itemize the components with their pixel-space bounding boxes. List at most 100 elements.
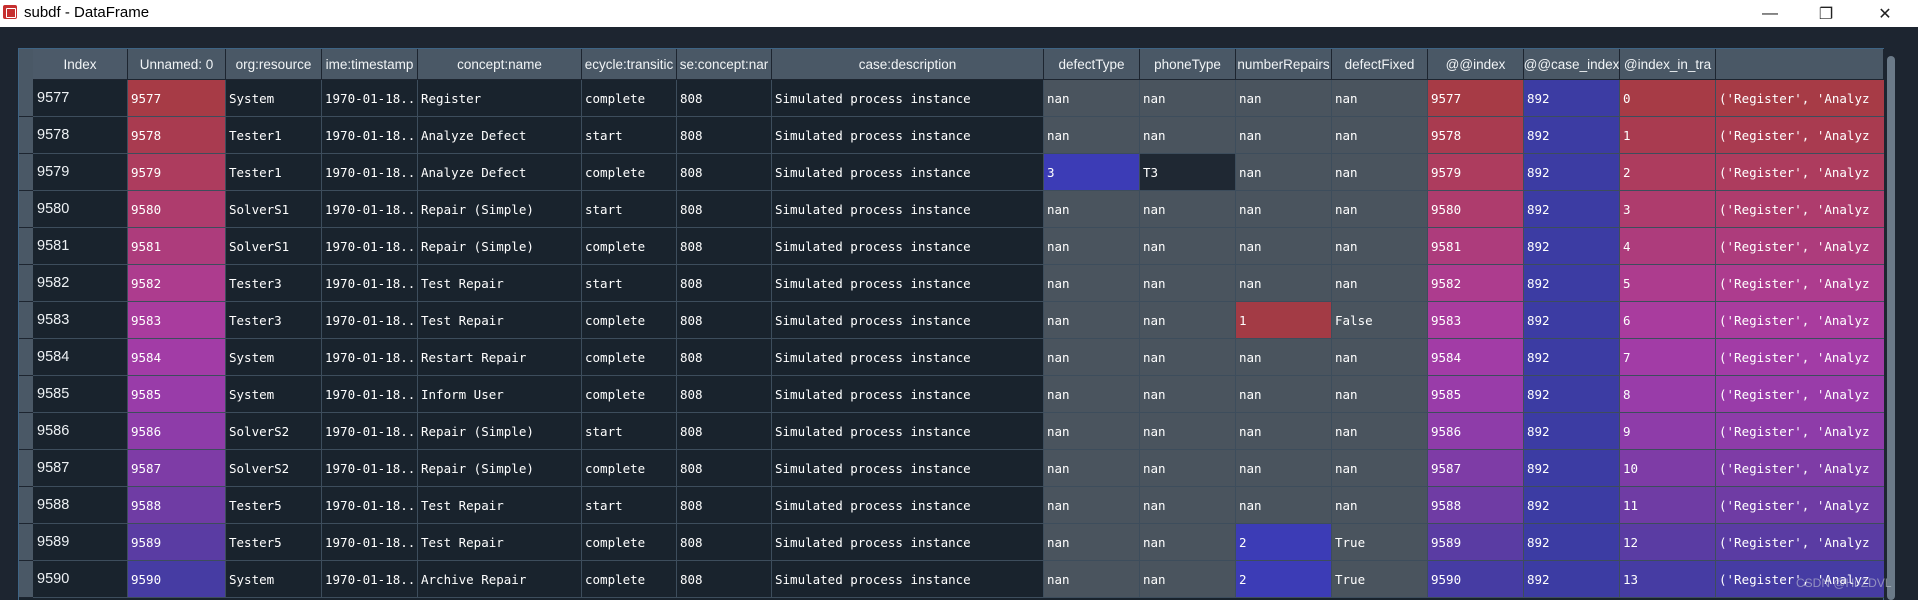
cell-unnamed-0[interactable]: 9578 <box>128 117 226 154</box>
cell-defect-fixed[interactable]: nan <box>1332 487 1428 524</box>
cell-phone-type[interactable]: nan <box>1140 561 1236 598</box>
cell-index-in-trace[interactable]: 1 <box>1620 117 1716 154</box>
cell-number-repairs[interactable]: nan <box>1236 154 1332 191</box>
cell-case-index[interactable]: 892 <box>1524 117 1620 154</box>
cell-org-resource[interactable]: SolverS2 <box>226 413 322 450</box>
cell-case-index[interactable]: 892 <box>1524 376 1620 413</box>
cell-phone-type[interactable]: nan <box>1140 191 1236 228</box>
cell-index-in-trace[interactable]: 6 <box>1620 302 1716 339</box>
cell-trace-column[interactable]: ('Register', 'Analyz <box>1716 339 1884 376</box>
cell-number-repairs[interactable]: nan <box>1236 265 1332 302</box>
cell-time-timestamp[interactable]: 1970-01-18... <box>322 265 418 302</box>
cell-case-description[interactable]: Simulated process instance <box>772 524 1044 561</box>
cell-phone-type[interactable]: nan <box>1140 524 1236 561</box>
cell-at-index[interactable]: 9590 <box>1428 561 1524 598</box>
cell-case-index[interactable]: 892 <box>1524 228 1620 265</box>
cell-time-timestamp[interactable]: 1970-01-18... <box>322 228 418 265</box>
row-handle[interactable] <box>19 302 33 339</box>
cell-lifecycle-transition[interactable]: start <box>582 487 677 524</box>
cell-case-description[interactable]: Simulated process instance <box>772 302 1044 339</box>
cell-concept-name[interactable]: Inform User <box>418 376 582 413</box>
cell-index-in-trace[interactable]: 9 <box>1620 413 1716 450</box>
close-button[interactable]: ✕ <box>1862 0 1908 27</box>
cell-at-index[interactable]: 9587 <box>1428 450 1524 487</box>
cell-number-repairs[interactable]: nan <box>1236 228 1332 265</box>
column-header-time-timestamp[interactable]: ime:timestamp <box>322 49 418 80</box>
cell-unnamed-0[interactable]: 9583 <box>128 302 226 339</box>
cell-defect-fixed[interactable]: nan <box>1332 265 1428 302</box>
row-index[interactable]: 9588 <box>33 487 128 524</box>
cell-defect-type[interactable]: nan <box>1044 413 1140 450</box>
cell-unnamed-0[interactable]: 9587 <box>128 450 226 487</box>
cell-trace-column[interactable]: ('Register', 'Analyz <box>1716 191 1884 228</box>
cell-case-description[interactable]: Simulated process instance <box>772 191 1044 228</box>
cell-phone-type[interactable]: nan <box>1140 265 1236 302</box>
cell-trace-column[interactable]: ('Register', 'Analyz <box>1716 450 1884 487</box>
cell-trace-column[interactable]: ('Register', 'Analyz <box>1716 154 1884 191</box>
cell-concept-name[interactable]: Repair (Simple) <box>418 228 582 265</box>
cell-phone-type[interactable]: nan <box>1140 376 1236 413</box>
cell-defect-fixed[interactable]: nan <box>1332 117 1428 154</box>
row-index[interactable]: 9587 <box>33 450 128 487</box>
cell-at-index[interactable]: 9582 <box>1428 265 1524 302</box>
cell-concept-name[interactable]: Archive Repair <box>418 561 582 598</box>
row-index[interactable]: 9577 <box>33 80 128 117</box>
cell-case-description[interactable]: Simulated process instance <box>772 487 1044 524</box>
cell-org-resource[interactable]: SolverS2 <box>226 450 322 487</box>
cell-unnamed-0[interactable]: 9585 <box>128 376 226 413</box>
cell-case-concept-name[interactable]: 808 <box>677 339 772 376</box>
cell-trace-column[interactable]: ('Register', 'Analyz <box>1716 117 1884 154</box>
cell-time-timestamp[interactable]: 1970-01-18... <box>322 191 418 228</box>
row-index[interactable]: 9582 <box>33 265 128 302</box>
cell-index-in-trace[interactable]: 0 <box>1620 80 1716 117</box>
cell-lifecycle-transition[interactable]: complete <box>582 450 677 487</box>
cell-case-index[interactable]: 892 <box>1524 413 1620 450</box>
cell-case-description[interactable]: Simulated process instance <box>772 154 1044 191</box>
cell-time-timestamp[interactable]: 1970-01-18... <box>322 339 418 376</box>
cell-lifecycle-transition[interactable]: complete <box>582 376 677 413</box>
column-header-lifecycle-transition[interactable]: ecycle:transitic <box>582 49 677 80</box>
cell-at-index[interactable]: 9586 <box>1428 413 1524 450</box>
cell-case-index[interactable]: 892 <box>1524 302 1620 339</box>
cell-case-concept-name[interactable]: 808 <box>677 117 772 154</box>
cell-at-index[interactable]: 9579 <box>1428 154 1524 191</box>
cell-defect-type[interactable]: nan <box>1044 450 1140 487</box>
cell-case-concept-name[interactable]: 808 <box>677 228 772 265</box>
cell-phone-type[interactable]: T3 <box>1140 154 1236 191</box>
cell-concept-name[interactable]: Test Repair <box>418 265 582 302</box>
cell-time-timestamp[interactable]: 1970-01-18... <box>322 487 418 524</box>
cell-concept-name[interactable]: Repair (Simple) <box>418 191 582 228</box>
cell-defect-fixed[interactable]: nan <box>1332 450 1428 487</box>
cell-defect-fixed[interactable]: nan <box>1332 80 1428 117</box>
cell-index-in-trace[interactable]: 11 <box>1620 487 1716 524</box>
cell-defect-fixed[interactable]: False <box>1332 302 1428 339</box>
row-handle[interactable] <box>19 376 33 413</box>
cell-case-description[interactable]: Simulated process instance <box>772 339 1044 376</box>
row-index[interactable]: 9590 <box>33 561 128 598</box>
cell-unnamed-0[interactable]: 9579 <box>128 154 226 191</box>
row-handle[interactable] <box>19 487 33 524</box>
column-header-number-repairs[interactable]: numberRepairs <box>1236 49 1332 80</box>
cell-org-resource[interactable]: Tester5 <box>226 524 322 561</box>
cell-defect-type[interactable]: nan <box>1044 302 1140 339</box>
cell-time-timestamp[interactable]: 1970-01-18... <box>322 302 418 339</box>
cell-case-description[interactable]: Simulated process instance <box>772 450 1044 487</box>
cell-at-index[interactable]: 9578 <box>1428 117 1524 154</box>
cell-concept-name[interactable]: Register <box>418 80 582 117</box>
cell-phone-type[interactable]: nan <box>1140 487 1236 524</box>
cell-lifecycle-transition[interactable]: complete <box>582 80 677 117</box>
cell-concept-name[interactable]: Repair (Simple) <box>418 450 582 487</box>
row-handle[interactable] <box>19 154 33 191</box>
cell-number-repairs[interactable]: 1 <box>1236 302 1332 339</box>
cell-at-index[interactable]: 9580 <box>1428 191 1524 228</box>
cell-number-repairs[interactable]: nan <box>1236 450 1332 487</box>
cell-case-concept-name[interactable]: 808 <box>677 376 772 413</box>
row-index[interactable]: 9583 <box>33 302 128 339</box>
cell-defect-fixed[interactable]: nan <box>1332 376 1428 413</box>
cell-case-concept-name[interactable]: 808 <box>677 265 772 302</box>
cell-lifecycle-transition[interactable]: start <box>582 413 677 450</box>
column-header-trace-column[interactable] <box>1716 49 1884 80</box>
cell-number-repairs[interactable]: 2 <box>1236 524 1332 561</box>
cell-defect-type[interactable]: nan <box>1044 561 1140 598</box>
column-header-case-description[interactable]: case:description <box>772 49 1044 80</box>
